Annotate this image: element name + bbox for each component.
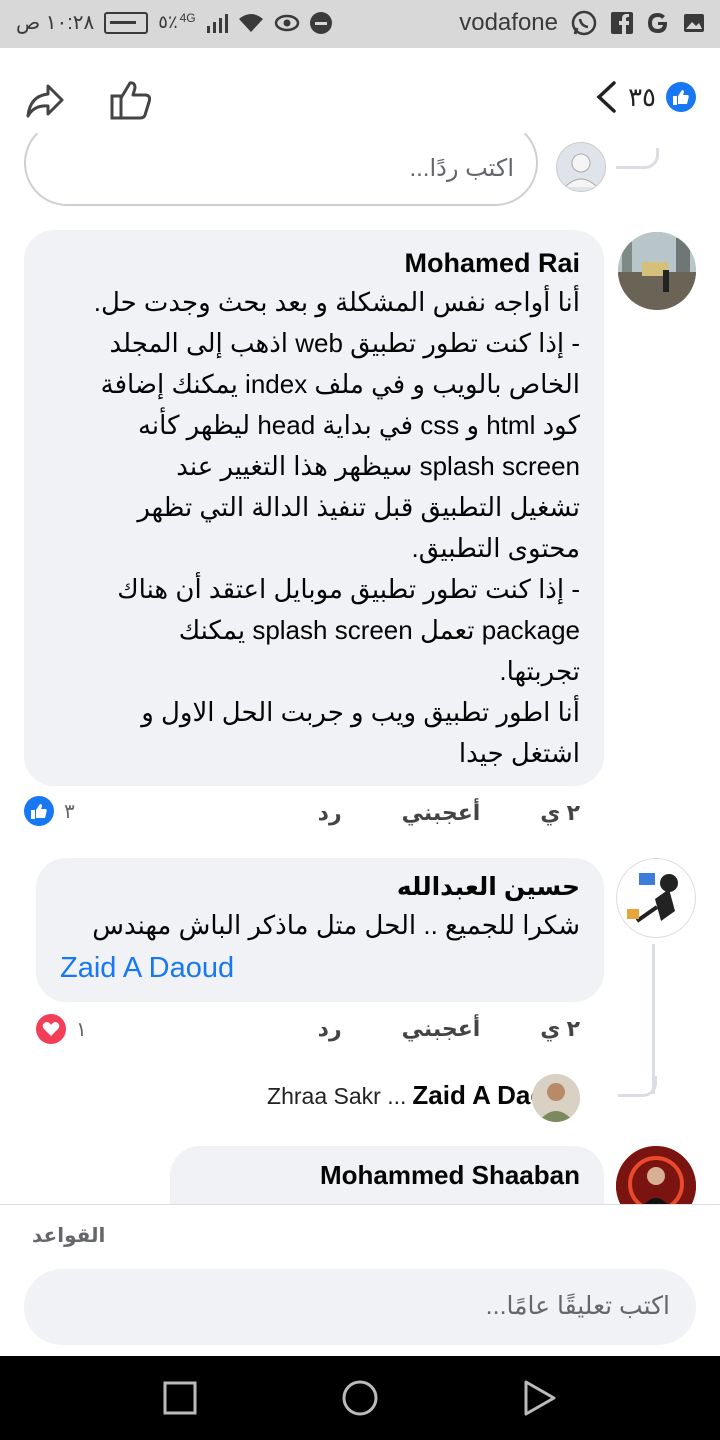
status-right: vodafone (459, 9, 706, 37)
reaction-count: ١ (76, 1018, 87, 1041)
mention-link[interactable]: Zaid A Daoud (60, 952, 234, 985)
reply-snippet: Zhraa Sakr ... (267, 1083, 407, 1109)
comment-author[interactable]: Mohammed Shaaban (320, 1160, 580, 1191)
avatar[interactable] (616, 858, 696, 938)
comment-reactions[interactable]: ٣ (24, 796, 75, 826)
share-icon[interactable] (24, 80, 66, 122)
comment-line: أنا اطور تطبيق ويب و جربت الحل الاول و (141, 697, 580, 727)
reaction-count: ٣ (64, 800, 75, 823)
comment-line: محتوى التطبيق. (411, 533, 580, 563)
reply-link[interactable]: رد (318, 1016, 342, 1042)
love-reaction-icon (36, 1014, 66, 1044)
comment-line: package تعمل splash screen يمكنك (178, 615, 580, 645)
comment-line: splash screen سيظهر هذا التغيير عند (176, 451, 580, 481)
thread-connector (616, 148, 659, 169)
reply-placeholder: اكتب ردًا... (409, 155, 514, 182)
comment-author[interactable]: Mohamed Rai (404, 248, 580, 279)
back-chevron-icon[interactable] (594, 80, 618, 114)
like-link[interactable]: أعجبني (402, 800, 481, 826)
eye-icon (274, 14, 299, 31)
thread-connector (618, 1076, 657, 1097)
whatsapp-icon (571, 10, 597, 36)
comment-actions: ٢ ي أعجبني رد (318, 1016, 580, 1042)
like-reaction-icon (24, 796, 54, 826)
back-button[interactable] (522, 1378, 558, 1418)
avatar[interactable] (618, 232, 696, 310)
system-navigation-bar (0, 1356, 720, 1440)
like-link[interactable]: أعجبني (402, 1016, 481, 1042)
like-icon[interactable] (108, 78, 154, 122)
reply-link[interactable]: رد (318, 800, 342, 826)
comment-author[interactable]: حسين العبدالله (397, 872, 580, 902)
gallery-icon (684, 14, 704, 32)
status-bar: ١٠:٢٨ ص ٥٪ 4G vodafone (0, 0, 720, 48)
comment-line: الخاص بالويب و في ملف index يمكنك إضافة (100, 369, 580, 399)
thread-line (652, 944, 655, 1094)
signal-icon (206, 13, 228, 33)
comment-footer: القواعد اكتب تعليقًا عامًا... (0, 1204, 720, 1357)
rules-link[interactable]: القواعد (32, 1223, 105, 1248)
time-text: ١٠:٢٨ ص (16, 12, 95, 34)
do-not-disturb-icon (309, 11, 332, 34)
home-button[interactable] (340, 1378, 380, 1418)
comment-bubble: Mohamed Rai أنا أواجه نفس المشكلة و بعد … (24, 230, 604, 786)
status-left: ١٠:٢٨ ص ٥٪ 4G (16, 10, 332, 35)
comment-reactions[interactable]: ١ (36, 1014, 87, 1044)
facebook-icon (611, 12, 633, 34)
comment-line: تجربتها. (499, 656, 580, 686)
comment-line: كود html و css في بداية head ليظهر كأنه (137, 410, 580, 440)
comment-line: تشغيل التطبيق قبل تنفيذ الدالة التي تظهر (137, 492, 580, 522)
google-icon (648, 13, 667, 33)
reactions-count: ٣٥ (628, 81, 656, 112)
comment-time: ٢ ي (540, 1016, 580, 1041)
reply-input[interactable]: اكتب ردًا... (24, 120, 538, 206)
network-type: 4G (179, 10, 196, 25)
comment-input[interactable]: اكتب تعليقًا عامًا... (24, 1269, 696, 1345)
comment-actions: ٢ ي أعجبني رد (318, 800, 580, 826)
comment-bubble: حسين العبدالله شكرا للجميع .. الحل متل م… (36, 858, 604, 1002)
battery-level: ٥٪ (158, 12, 178, 32)
comment-placeholder: اكتب تعليقًا عامًا... (485, 1292, 670, 1320)
wifi-icon (238, 13, 263, 32)
current-user-avatar (556, 142, 606, 192)
comment-line: أنا أواجه نفس المشكلة و بعد بحث وجدت حل. (93, 287, 580, 317)
reactions-summary[interactable]: ٣٥ (594, 80, 696, 114)
recents-button[interactable] (162, 1380, 198, 1416)
comment-body: شكرا للجميع .. الحل متل ماذكر الباش مهند… (92, 910, 580, 940)
carrier-name: vodafone (459, 9, 558, 36)
reply-author-avatar[interactable] (532, 1074, 580, 1122)
battery-icon (104, 11, 149, 34)
comment-line: - إذا كنت تطور تطبيق موبايل اعتقد أن هنا… (117, 574, 580, 604)
comment-time: ٢ ي (540, 800, 580, 825)
comment-line: - إذا كنت تطور تطبيق web اذهب إلى المجلد (109, 328, 581, 358)
like-reaction-icon (666, 82, 696, 112)
comment-body: أنا أواجه نفس المشكلة و بعد بحث وجدت حل.… (40, 282, 580, 774)
comment-line: اشتغل جيدا (458, 738, 580, 768)
